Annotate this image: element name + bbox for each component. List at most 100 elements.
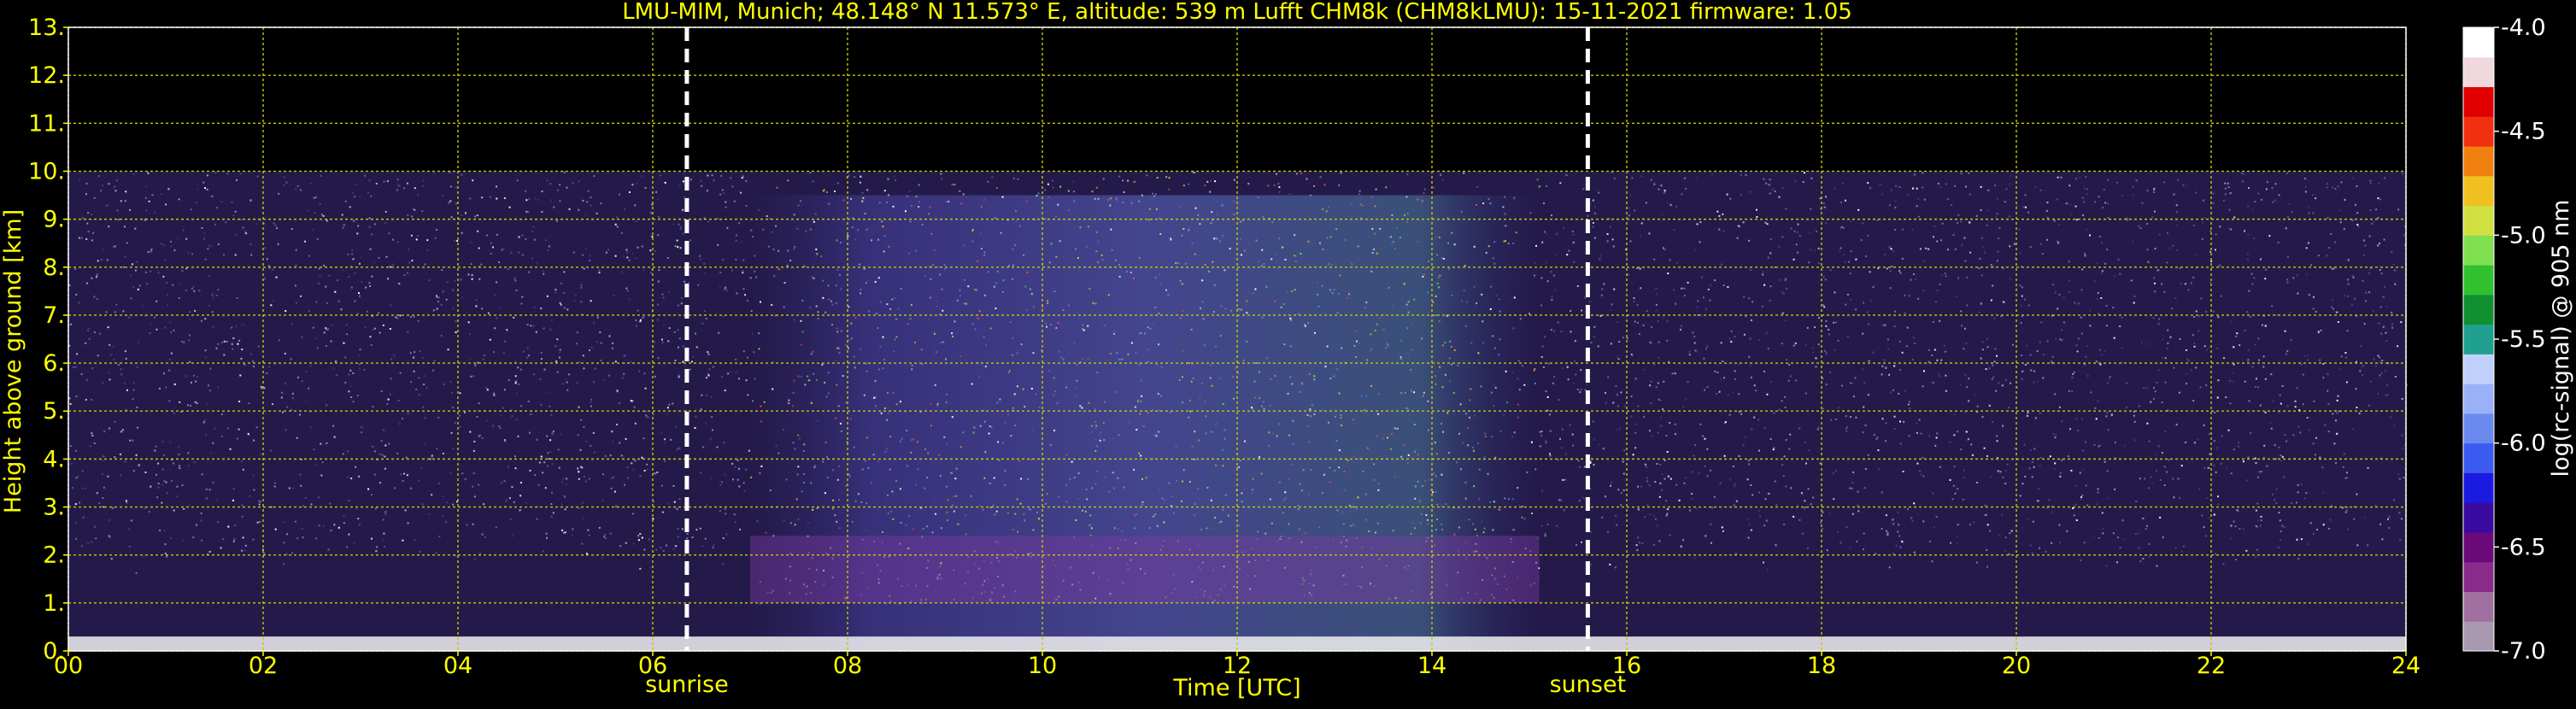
signal-speckle: [1993, 360, 1996, 363]
signal-speckle: [90, 214, 92, 216]
signal-speckle: [250, 254, 253, 256]
signal-speckle: [1159, 294, 1161, 296]
signal-speckle: [2097, 488, 2099, 490]
signal-speckle: [1135, 513, 1138, 516]
signal-speckle: [2275, 502, 2278, 504]
signal-speckle: [815, 378, 818, 381]
signal-speckle: [1474, 414, 1476, 417]
signal-speckle: [532, 226, 535, 228]
signal-speckle: [989, 327, 992, 330]
signal-speckle: [1088, 253, 1091, 255]
signal-speckle: [2317, 255, 2320, 257]
signal-speckle: [1546, 185, 1548, 187]
signal-speckle: [74, 449, 77, 452]
signal-speckle: [2262, 324, 2263, 326]
signal-speckle: [2294, 400, 2297, 402]
signal-speckle: [1458, 432, 1460, 435]
signal-speckle: [2302, 403, 2304, 406]
signal-speckle: [368, 282, 371, 284]
signal-speckle: [1922, 290, 1925, 291]
signal-speckle: [1190, 328, 1193, 331]
signal-speckle: [1219, 240, 1222, 243]
signal-speckle: [1936, 240, 1939, 243]
signal-speckle: [203, 232, 206, 235]
signal-speckle: [2206, 349, 2209, 351]
signal-speckle: [1576, 285, 1579, 287]
signal-speckle: [96, 275, 98, 278]
signal-speckle: [2381, 538, 2384, 541]
signal-speckle: [1824, 278, 1827, 281]
signal-speckle: [2010, 174, 2012, 177]
signal-speckle: [1096, 471, 1099, 472]
signal-speckle: [2312, 194, 2314, 196]
signal-speckle: [718, 331, 720, 334]
signal-speckle: [886, 201, 888, 203]
signal-speckle: [1790, 487, 1793, 489]
signal-speckle: [2217, 379, 2220, 382]
signal-speckle: [1598, 443, 1600, 446]
signal-speckle: [176, 495, 179, 498]
signal-speckle: [131, 263, 133, 266]
signal-speckle: [112, 507, 114, 509]
signal-speckle: [1091, 292, 1094, 295]
signal-speckle: [1513, 529, 1516, 531]
signal-speckle: [1933, 526, 1935, 529]
signal-speckle: [2254, 385, 2256, 388]
signal-speckle: [2079, 177, 2081, 179]
signal-speckle: [388, 442, 390, 445]
signal-speckle: [132, 470, 135, 472]
signal-speckle: [879, 345, 882, 348]
signal-speckle: [1267, 185, 1270, 187]
signal-speckle: [285, 382, 287, 384]
signal-speckle: [1260, 472, 1263, 475]
signal-speckle: [466, 524, 468, 526]
signal-speckle: [1079, 226, 1082, 229]
signal-speckle: [1329, 481, 1331, 483]
signal-speckle: [1640, 235, 1642, 237]
signal-speckle: [86, 282, 89, 284]
signal-speckle: [866, 282, 867, 284]
signal-speckle: [1966, 304, 1969, 307]
signal-speckle: [587, 190, 590, 192]
signal-speckle: [580, 419, 583, 421]
signal-speckle: [1625, 255, 1628, 257]
signal-speckle: [1764, 221, 1767, 224]
signal-speckle: [534, 474, 537, 476]
signal-speckle: [1666, 451, 1669, 453]
signal-speckle: [889, 436, 892, 437]
signal-speckle: [1090, 527, 1093, 530]
signal-speckle: [1601, 294, 1604, 296]
signal-speckle: [2374, 504, 2377, 507]
signal-speckle: [2255, 525, 2257, 527]
signal-speckle: [826, 191, 828, 193]
signal-speckle: [204, 187, 206, 190]
signal-speckle: [2322, 524, 2325, 526]
signal-speckle: [1884, 253, 1887, 255]
signal-speckle: [1782, 475, 1785, 477]
signal-speckle: [2297, 292, 2299, 295]
signal-speckle: [1705, 535, 1707, 537]
signal-speckle: [1259, 456, 1260, 459]
signal-speckle: [1207, 383, 1209, 385]
signal-speckle: [2192, 400, 2195, 402]
signal-speckle: [525, 237, 527, 240]
signal-speckle: [1156, 177, 1159, 179]
signal-speckle: [2141, 202, 2144, 204]
signal-speckle: [2080, 332, 2083, 335]
signal-speckle: [1862, 222, 1864, 225]
signal-speckle: [1178, 379, 1181, 381]
signal-speckle: [2098, 537, 2100, 539]
signal-speckle: [647, 416, 649, 419]
signal-speckle: [928, 213, 930, 215]
signal-speckle: [590, 346, 593, 349]
signal-speckle: [1065, 454, 1068, 456]
signal-speckle: [114, 311, 116, 313]
signal-speckle: [1222, 465, 1224, 467]
signal-speckle: [2030, 449, 2033, 452]
signal-speckle: [1749, 365, 1752, 367]
signal-speckle: [1594, 237, 1596, 239]
signal-speckle: [461, 173, 463, 176]
signal-speckle: [2117, 536, 2120, 539]
signal-speckle: [1396, 427, 1399, 430]
signal-speckle: [1529, 212, 1532, 214]
